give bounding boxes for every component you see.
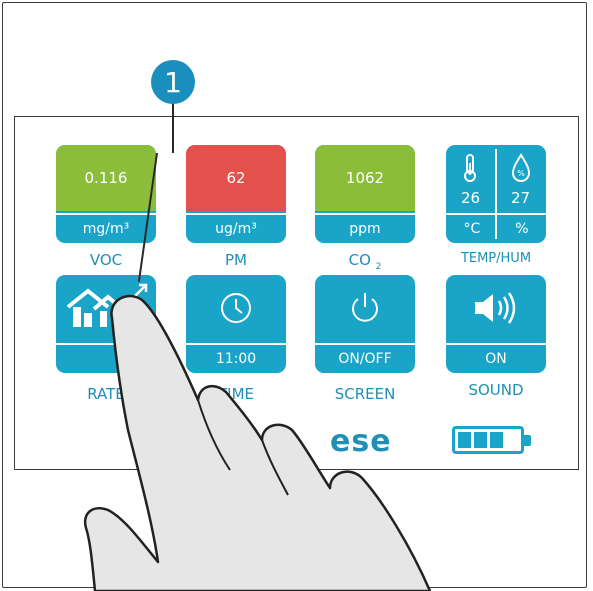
pointing-hand-illustration: [83, 294, 432, 591]
